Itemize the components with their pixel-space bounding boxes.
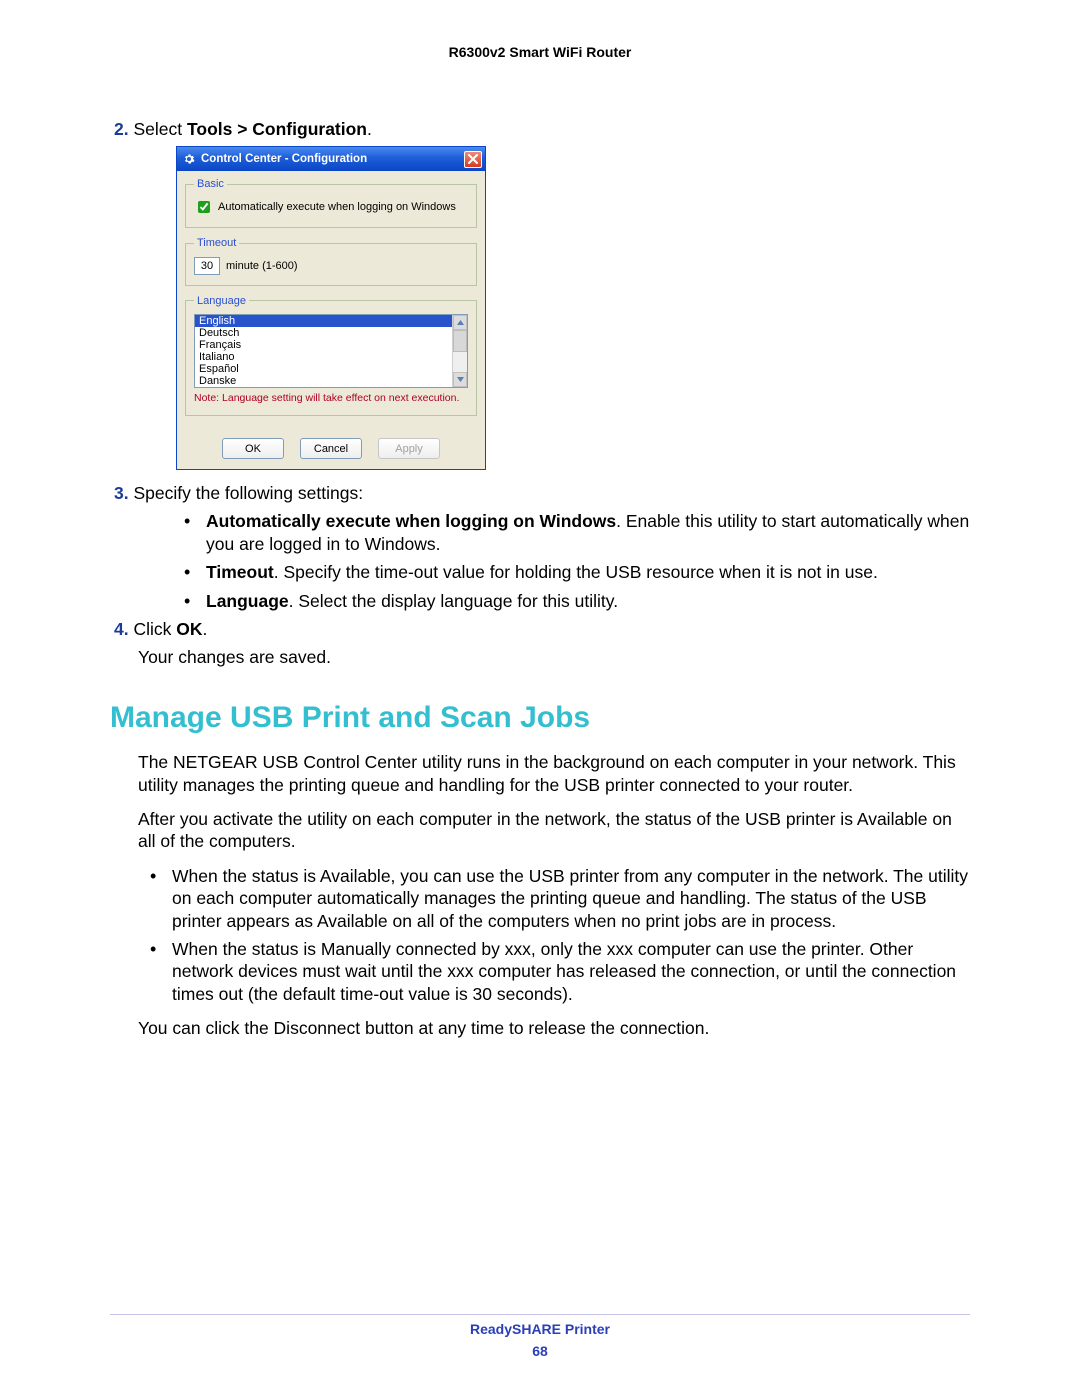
- step-number: 4.: [114, 619, 129, 639]
- section-bullet-available: When the status is Available, you can us…: [138, 865, 970, 932]
- auto-execute-row[interactable]: Automatically execute when logging on Wi…: [194, 197, 468, 217]
- document-header: R6300v2 Smart WiFi Router: [110, 44, 970, 60]
- section-heading: Manage USB Print and Scan Jobs: [110, 699, 970, 737]
- scroll-track[interactable]: [453, 330, 467, 372]
- footer-rule: [110, 1314, 970, 1315]
- auto-execute-label: Automatically execute when logging on Wi…: [218, 200, 456, 214]
- page-container: R6300v2 Smart WiFi Router 2. Select Tool…: [0, 0, 1080, 1397]
- step-number: 2.: [114, 119, 129, 139]
- ok-button[interactable]: OK: [222, 438, 284, 459]
- language-listbox[interactable]: English Deutsch Français Italiano Españo…: [194, 314, 468, 388]
- apply-button[interactable]: Apply: [378, 438, 440, 459]
- step-4: 4. Click OK.: [138, 618, 970, 640]
- step-4-bold: OK: [176, 619, 202, 639]
- scroll-up-button[interactable]: [453, 315, 467, 330]
- scroll-down-button[interactable]: [453, 372, 467, 387]
- language-option-english[interactable]: English: [195, 315, 452, 327]
- timeout-legend: Timeout: [194, 236, 239, 250]
- settings-bullet-auto: Automatically execute when logging on Wi…: [184, 510, 970, 555]
- step-3-text: Specify the following settings:: [133, 483, 363, 503]
- dialog-button-row: OK Cancel Apply: [185, 438, 477, 459]
- page-footer: ReadySHARE Printer 68: [0, 1321, 1080, 1359]
- chevron-up-icon: [457, 320, 464, 325]
- step-3: 3. Specify the following settings:: [138, 482, 970, 504]
- settings-bullet-language-bold: Language: [206, 591, 289, 611]
- step-4-lead: Click: [133, 619, 176, 639]
- language-option-francais[interactable]: Français: [195, 339, 452, 351]
- settings-bullet-timeout: Timeout. Specify the time-out value for …: [184, 561, 970, 583]
- language-option-italiano[interactable]: Italiano: [195, 351, 452, 363]
- language-option-danske[interactable]: Danske: [195, 375, 452, 387]
- dialog-titlebar[interactable]: Control Center - Configuration: [177, 147, 485, 171]
- section-para-1: The NETGEAR USB Control Center utility r…: [138, 751, 970, 796]
- language-option-deutsch[interactable]: Deutsch: [195, 327, 452, 339]
- page-number: 68: [0, 1343, 1080, 1359]
- language-scrollbar[interactable]: [452, 315, 467, 387]
- language-legend: Language: [194, 294, 249, 308]
- step-number: 3.: [114, 483, 129, 503]
- settings-bullet-timeout-rest: . Specify the time-out value for holding…: [274, 562, 878, 582]
- auto-execute-checkbox[interactable]: [198, 201, 210, 213]
- settings-bullet-auto-bold: Automatically execute when logging on Wi…: [206, 511, 616, 531]
- section-para-3: You can click the Disconnect button at a…: [138, 1017, 970, 1039]
- basic-legend: Basic: [194, 177, 227, 191]
- timeout-group: Timeout minute (1-600): [185, 236, 477, 285]
- scroll-thumb[interactable]: [453, 330, 467, 352]
- dialog-title: Control Center - Configuration: [201, 152, 464, 167]
- basic-group: Basic Automatically execute when logging…: [185, 177, 477, 228]
- language-option-espanol[interactable]: Español: [195, 363, 452, 375]
- settings-bullet-list: Automatically execute when logging on Wi…: [184, 510, 970, 612]
- settings-bullet-language-rest: . Select the display language for this u…: [289, 591, 618, 611]
- close-button[interactable]: [464, 151, 482, 168]
- step-4-result: Your changes are saved.: [138, 646, 970, 668]
- section-bullet-list: When the status is Available, you can us…: [138, 865, 970, 1005]
- footer-label: ReadySHARE Printer: [470, 1321, 610, 1337]
- chevron-down-icon: [457, 377, 464, 382]
- timeout-input[interactable]: [194, 257, 220, 275]
- language-note: Note: Language setting will take effect …: [194, 392, 468, 405]
- dialog-body: Basic Automatically execute when logging…: [177, 171, 485, 469]
- step-2-trail: .: [367, 119, 372, 139]
- language-list[interactable]: English Deutsch Français Italiano Españo…: [195, 315, 452, 387]
- settings-bullet-timeout-bold: Timeout: [206, 562, 274, 582]
- step-2: 2. Select Tools > Configuration.: [138, 118, 970, 140]
- timeout-unit: minute (1-600): [226, 259, 298, 273]
- step-4-trail: .: [203, 619, 208, 639]
- section-bullet-manual: When the status is Manually connected by…: [138, 938, 970, 1005]
- gear-icon: [182, 152, 196, 166]
- cancel-button[interactable]: Cancel: [300, 438, 362, 459]
- language-group: Language English Deutsch Français Italia…: [185, 294, 477, 417]
- content-area: 2. Select Tools > Configuration. Control…: [110, 118, 970, 1039]
- step-2-lead: Select: [133, 119, 187, 139]
- config-dialog: Control Center - Configuration Basic Aut…: [176, 146, 486, 470]
- section-para-2: After you activate the utility on each c…: [138, 808, 970, 853]
- step-2-bold: Tools > Configuration: [187, 119, 367, 139]
- close-icon: [468, 154, 478, 164]
- settings-bullet-language: Language. Select the display language fo…: [184, 590, 970, 612]
